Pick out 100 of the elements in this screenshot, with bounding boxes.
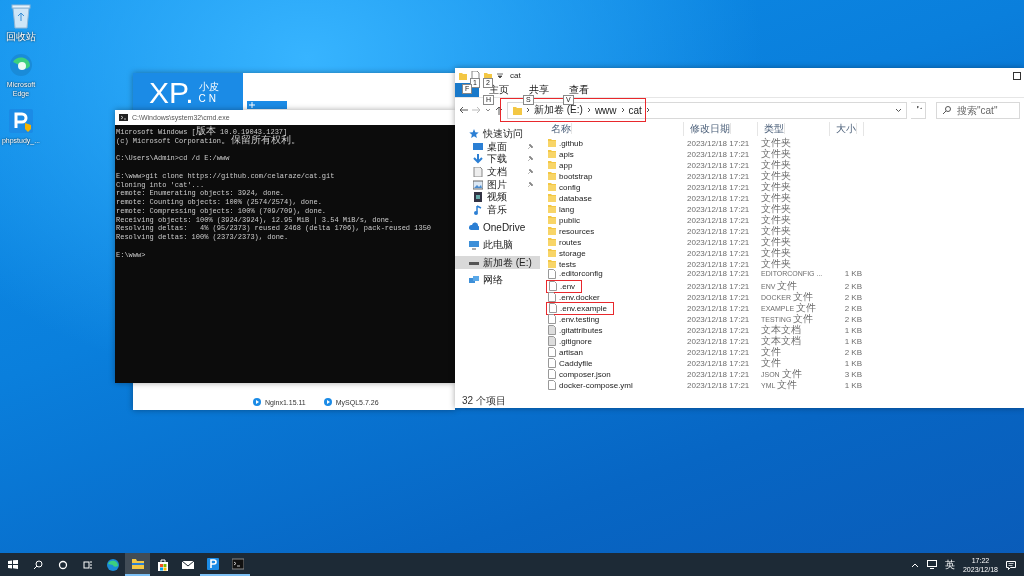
sidebar-item[interactable]: 桌面	[455, 140, 540, 154]
column-header[interactable]: 修改日期	[684, 122, 758, 136]
ribbon-tab[interactable]: 共享	[519, 83, 559, 97]
file-name[interactable]: database	[559, 193, 592, 203]
sidebar-item[interactable]: 图片	[455, 178, 540, 191]
notification-icon[interactable]	[1006, 559, 1016, 570]
file-date: 2023/12/18 17:21	[686, 336, 751, 346]
sidebar-item[interactable]: 此电脑	[455, 238, 540, 252]
file-name[interactable]: .env.testing	[559, 314, 600, 324]
picture-icon	[473, 179, 483, 190]
search-field[interactable]: 搜索"cat"	[936, 101, 1020, 119]
file-name[interactable]: tests	[559, 259, 576, 269]
sidebar-item[interactable]: OneDrive	[455, 221, 540, 234]
sidebar-label: 此电脑	[483, 238, 513, 253]
sidebar-item[interactable]: 网络	[455, 273, 540, 287]
music-note-icon	[473, 204, 483, 215]
input-method-indicator[interactable]: 英	[944, 557, 955, 572]
file-name[interactable]: routes	[559, 237, 582, 247]
p-letter-icon[interactable]	[206, 557, 219, 570]
monitor-icon[interactable]	[926, 560, 937, 569]
ribbon-tab[interactable]: 查看	[559, 83, 599, 97]
folder-icon[interactable]	[131, 557, 144, 570]
file-date: 2023/12/18 17:21	[686, 226, 751, 236]
caret-icon[interactable]	[895, 107, 902, 113]
address-bar[interactable]: 新加卷 (E:) www cat	[507, 101, 907, 119]
sidebar-item[interactable]: 新加卷 (E:)	[455, 256, 540, 269]
file-name[interactable]: .editorconfig	[559, 269, 603, 278]
file-name[interactable]: bootstrap	[559, 171, 593, 181]
chevron-icon[interactable]	[526, 107, 530, 113]
file-name[interactable]: .env	[560, 281, 576, 291]
file-name[interactable]: public	[559, 215, 580, 225]
file-name[interactable]: config	[559, 182, 581, 192]
folder-icon	[513, 105, 522, 115]
play-icon[interactable]	[253, 398, 261, 406]
edge-browser-icon[interactable]	[106, 558, 119, 571]
search-icon[interactable]	[32, 559, 43, 570]
windows-start-icon[interactable]	[7, 559, 18, 570]
file-name[interactable]: .gitignore	[559, 336, 592, 346]
sidebar-item[interactable]: 下载	[455, 153, 540, 166]
file-date: 2023/12/18 17:21	[686, 325, 751, 335]
file-name[interactable]: composer.json	[559, 369, 611, 379]
breadcrumb[interactable]: 新加卷 (E:)	[534, 103, 583, 117]
brand-suffix: CN	[198, 93, 219, 105]
file-name[interactable]: artisan	[559, 347, 583, 357]
shopping-bag-icon[interactable]	[156, 558, 169, 571]
file-size: 1 KB	[843, 380, 863, 390]
sidebar-item[interactable]: 快速访问	[455, 128, 540, 141]
terminal-icon[interactable]	[231, 557, 244, 570]
file-name[interactable]: lang	[559, 204, 575, 214]
file-type: 文件夹	[760, 136, 792, 149]
file-name[interactable]: docker-compose.yml	[559, 380, 633, 390]
computer-icon	[469, 240, 479, 251]
column-header[interactable]: 名称	[545, 122, 684, 136]
chevron-up-icon[interactable]	[910, 561, 919, 568]
file-date: 2023/12/18 17:21	[686, 182, 751, 192]
play-icon[interactable]	[323, 398, 332, 406]
sidebar-item[interactable]: 视频	[455, 190, 540, 204]
file-name[interactable]: apis	[559, 149, 574, 159]
file-name[interactable]: resources	[559, 226, 595, 236]
task-view-icon[interactable]	[82, 559, 93, 570]
file-name[interactable]: Caddyfile	[559, 358, 593, 368]
back-arrow-icon[interactable]	[459, 106, 468, 114]
column-header[interactable]: 大小	[830, 122, 864, 136]
breadcrumb[interactable]: cat	[628, 104, 642, 116]
chevron-icon[interactable]	[645, 107, 650, 113]
file-name[interactable]: .env.docker	[559, 292, 600, 302]
file-name[interactable]: .env.example	[560, 303, 607, 313]
file-icon	[548, 268, 556, 279]
sidebar-item[interactable]: 音乐	[455, 203, 540, 217]
caret-icon[interactable]	[497, 72, 503, 79]
edge-browser-icon[interactable]	[8, 52, 34, 78]
file-date: 2023/12/18 17:21	[686, 281, 751, 291]
file-date: 2023/12/18 17:21	[686, 171, 751, 181]
file-type: 文件夹	[760, 158, 792, 171]
circle-icon[interactable]	[57, 559, 68, 570]
terminal-icon	[119, 114, 128, 121]
file-date: 2023/12/18 17:21	[686, 314, 751, 324]
file-date: 2023/12/18 17:21	[686, 237, 751, 247]
column-header[interactable]: 类型	[758, 122, 830, 136]
file-type: 文件夹	[760, 169, 792, 182]
chevron-icon[interactable]	[586, 107, 591, 113]
maximize-icon[interactable]	[1013, 71, 1021, 80]
file-date: 2023/12/18 17:21	[686, 358, 751, 368]
sidebar-label: OneDrive	[483, 221, 526, 233]
envelope-icon[interactable]	[181, 558, 194, 571]
chevron-icon[interactable]	[620, 107, 625, 113]
file-name[interactable]: app	[559, 160, 573, 170]
file-name[interactable]: .gitattributes	[559, 325, 603, 335]
up-arrow-icon[interactable]	[495, 105, 503, 115]
file-date: 2023/12/18 17:21	[686, 248, 751, 258]
sidebar-label: 文档	[487, 165, 507, 179]
file-type: 文件夹	[760, 191, 792, 204]
file-name[interactable]: .github	[559, 138, 584, 148]
file-name[interactable]: storage	[559, 248, 586, 258]
breadcrumb[interactable]: www	[594, 104, 617, 116]
p-shield-icon[interactable]	[8, 108, 34, 134]
recycle-bin-icon[interactable]	[8, 2, 34, 30]
sidebar-item[interactable]: 文档	[455, 165, 540, 179]
file-size: 2 KB	[843, 281, 863, 291]
file-date: 2023/12/18 17:21	[686, 347, 751, 357]
